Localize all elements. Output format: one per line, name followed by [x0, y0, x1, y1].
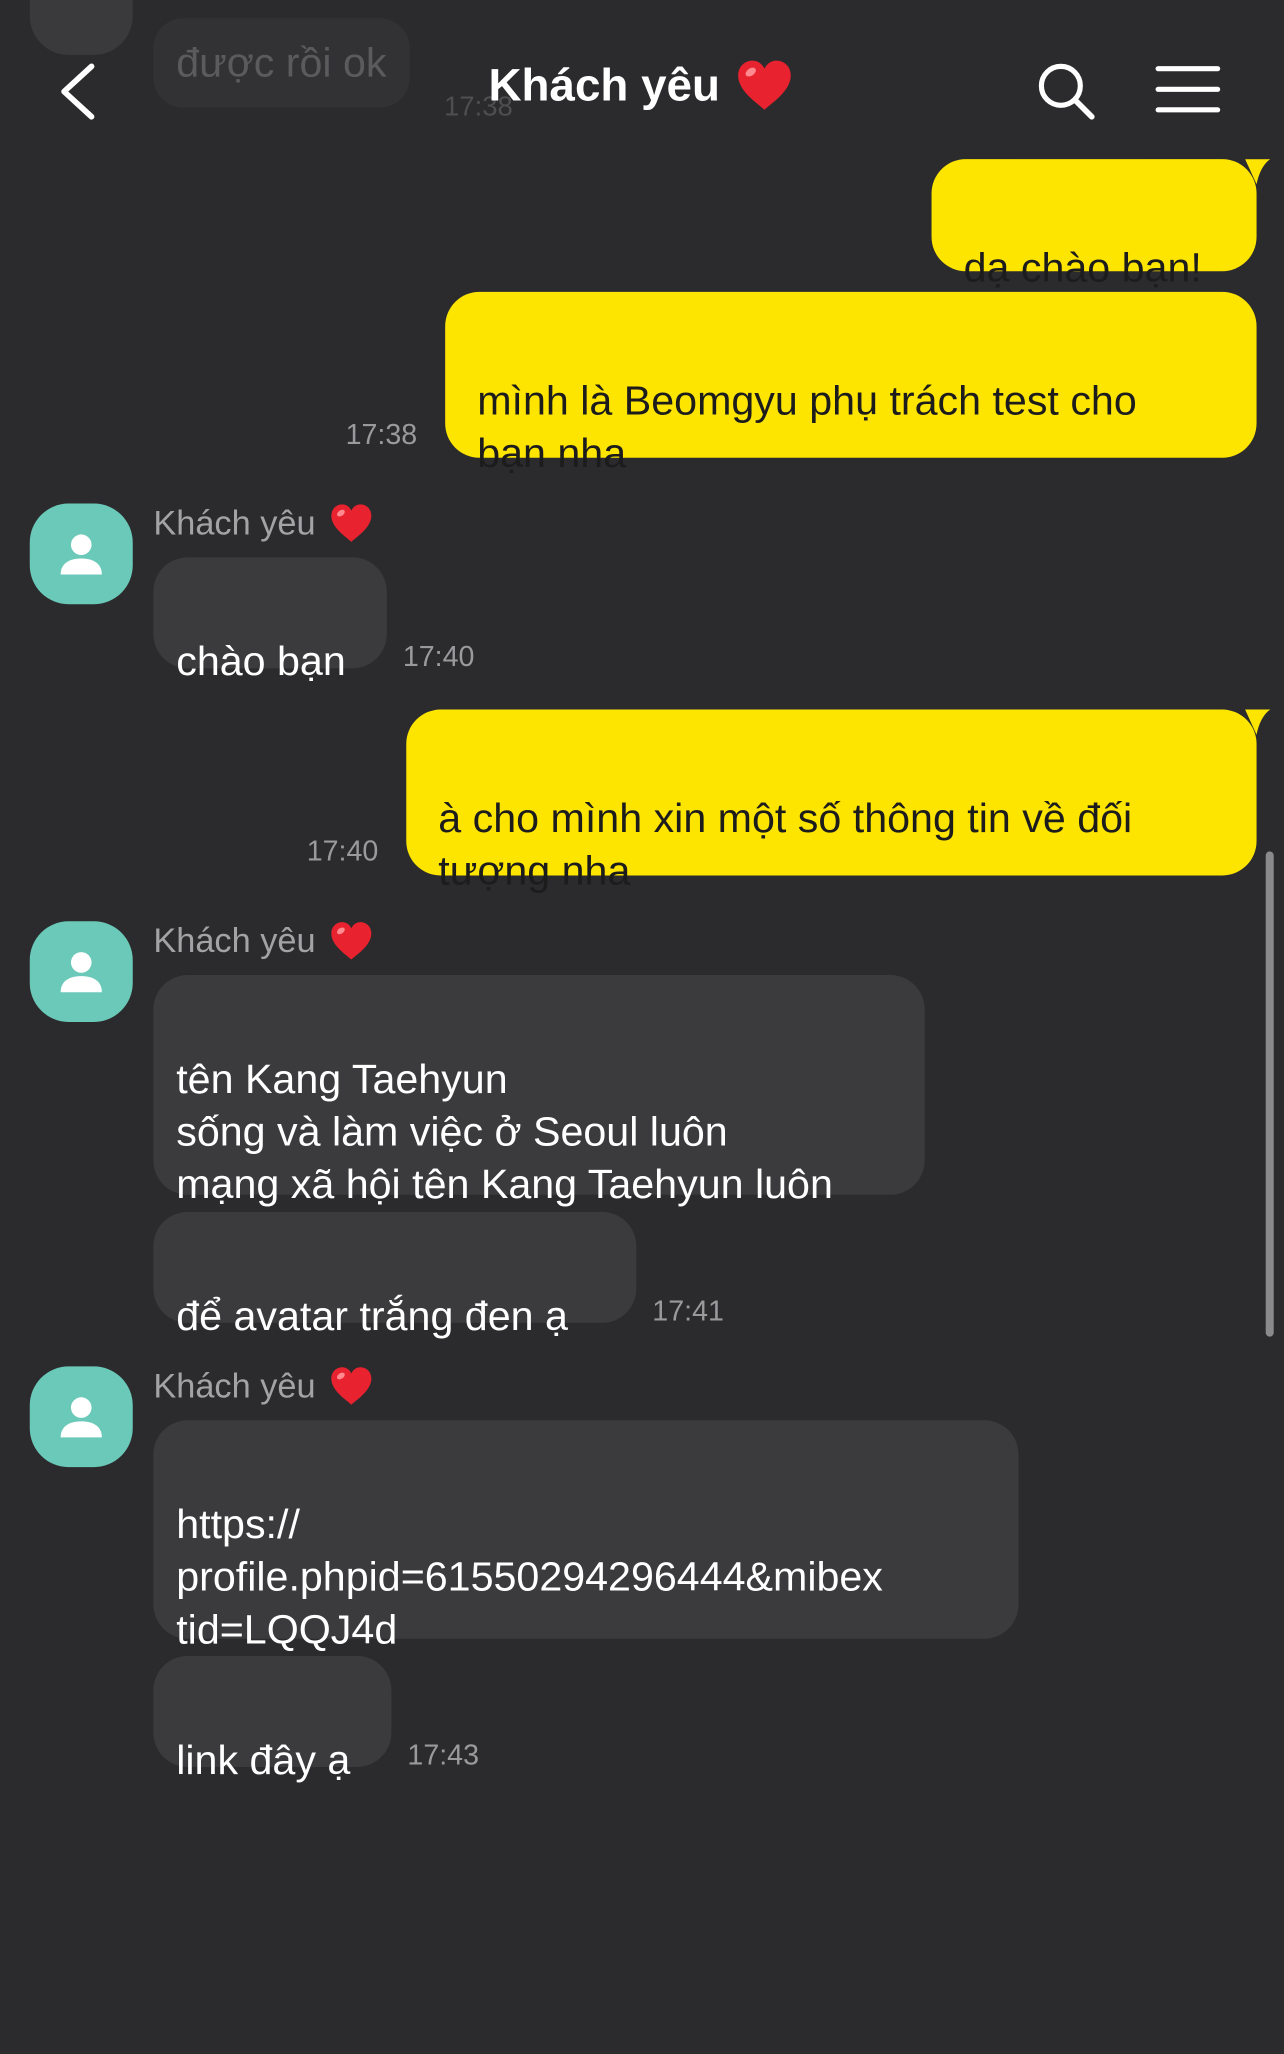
outgoing-message-bubble[interactable]: dạ chào bạn! — [931, 159, 1257, 291]
chevron-left-icon — [61, 63, 95, 120]
back-button[interactable] — [46, 57, 110, 126]
message-time: 17:43 — [407, 1739, 480, 1772]
message-text: à cho mình xin một số thông tin về đối t… — [438, 794, 1133, 894]
message-time: 17:40 — [402, 640, 475, 673]
chat-title[interactable]: Khách yêu — [378, 60, 904, 113]
person-silhouette-icon — [60, 1397, 102, 1438]
sender-name-text: Khách yêu — [153, 1366, 316, 1405]
message-text: chào bạn — [176, 637, 346, 685]
bubble-tail — [1245, 159, 1271, 185]
sender-name: Khách yêu — [153, 921, 372, 961]
incoming-message-bubble[interactable]: chào bạn — [153, 557, 387, 684]
sender-name: Khách yêu — [153, 504, 372, 544]
outgoing-message-bubble[interactable]: à cho mình xin một số thông tin về đối t… — [406, 709, 1257, 894]
heart-emoji-icon — [331, 1367, 372, 1405]
chat-title-text: Khách yêu — [488, 60, 720, 111]
message-time: 17:40 — [306, 835, 379, 868]
hamburger-menu-icon — [1155, 66, 1221, 113]
message-text: để avatar trắng đen ạ — [176, 1292, 568, 1339]
incoming-message-bubble[interactable]: link đây ạ — [153, 1655, 392, 1783]
heart-emoji-icon — [331, 504, 372, 542]
message-text: link đây ạ — [176, 1736, 351, 1783]
person-silhouette-icon — [60, 534, 102, 575]
outgoing-message-bubble[interactable]: mình là Beomgyu phụ trách test cho bạn n… — [445, 291, 1257, 476]
message-text: dạ chào bạn! — [963, 243, 1202, 291]
chat-header: được rồi ok 17:38 Khách yêu — [0, 0, 1284, 172]
person-silhouette-icon — [60, 952, 102, 993]
message-link[interactable]: https:// profile.phpid=61550294296444&mi… — [176, 1500, 883, 1652]
incoming-message-bubble[interactable]: tên Kang Taehyun sống và làm việc ở Seou… — [153, 975, 925, 1207]
scrollbar[interactable] — [1265, 851, 1274, 1337]
avatar[interactable] — [29, 503, 133, 605]
bubble-tail — [1245, 709, 1271, 735]
chat-screen: được rồi ok 17:38 Khách yêu dạ chào bạn!… — [0, 0, 1284, 2054]
message-text: mình là Beomgyu phụ trách test cho bạn n… — [477, 376, 1137, 477]
incoming-message-bubble[interactable]: để avatar trắng đen ạ — [153, 1211, 637, 1339]
heart-emoji-icon — [738, 60, 791, 110]
search-button[interactable] — [1032, 57, 1098, 123]
message-time: 17:38 — [345, 418, 418, 451]
sender-name: Khách yêu — [153, 1366, 372, 1406]
incoming-message-bubble[interactable]: https:// profile.phpid=61550294296444&mi… — [153, 1420, 1019, 1653]
avatar[interactable] — [29, 921, 133, 1022]
menu-button[interactable] — [1151, 62, 1224, 119]
search-icon — [1038, 63, 1095, 120]
avatar[interactable] — [29, 1366, 133, 1468]
scrolled-avatar — [29, 0, 133, 55]
scrolled-message-bubble: được rồi ok — [153, 18, 410, 108]
heart-emoji-icon — [331, 922, 372, 960]
sender-name-text: Khách yêu — [153, 921, 316, 960]
sender-name-text: Khách yêu — [153, 504, 316, 542]
message-text: tên Kang Taehyun sống và làm việc ở Seou… — [176, 1055, 833, 1208]
message-time: 17:41 — [652, 1295, 724, 1328]
